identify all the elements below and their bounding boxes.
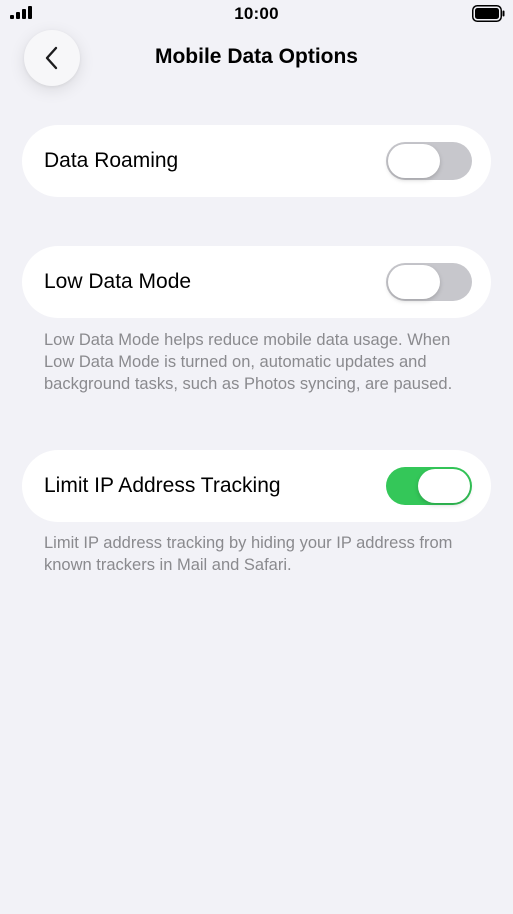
battery-icon — [472, 5, 505, 22]
low-data-mode-row: Low Data Mode — [22, 246, 491, 318]
low-data-mode-toggle[interactable] — [386, 263, 472, 301]
navigation-bar: Mobile Data Options — [0, 28, 513, 90]
toggle-knob — [388, 144, 440, 178]
limit-ip-tracking-footnote: Limit IP address tracking by hiding your… — [44, 534, 453, 574]
limit-ip-tracking-toggle[interactable] — [386, 467, 472, 505]
data-roaming-label: Data Roaming — [44, 149, 179, 172]
limit-ip-tracking-label: Limit IP Address Tracking — [44, 474, 281, 497]
page-title: Mobile Data Options — [154, 45, 358, 68]
data-roaming-row: Data Roaming — [22, 125, 491, 197]
status-time: 10:00 — [234, 4, 279, 23]
toggle-knob — [418, 469, 470, 503]
toggle-knob — [388, 265, 440, 299]
low-data-mode-label: Low Data Mode — [44, 270, 192, 293]
limit-ip-tracking-row: Limit IP Address Tracking — [22, 450, 491, 522]
data-roaming-toggle[interactable] — [386, 142, 472, 180]
low-data-mode-footnote: Low Data Mode helps reduce mobile data u… — [44, 331, 453, 393]
status-bar: 10:00 — [0, 0, 513, 28]
